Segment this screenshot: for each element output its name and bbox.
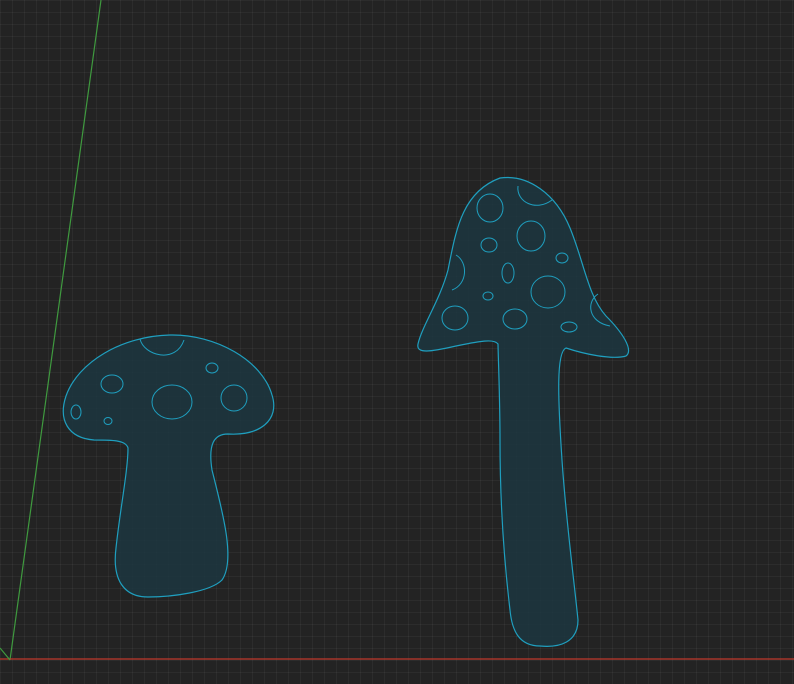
small-mushroom[interactable] — [62, 334, 275, 598]
tall-mushroom[interactable] — [417, 176, 630, 647]
origin-marker — [0, 647, 11, 661]
scene-canvas[interactable] — [0, 0, 794, 684]
canvas-viewport[interactable] — [0, 0, 794, 684]
small-mushroom-body[interactable] — [62, 334, 275, 598]
tall-mushroom-body[interactable] — [417, 176, 630, 647]
y-axis-line — [9, 0, 102, 661]
